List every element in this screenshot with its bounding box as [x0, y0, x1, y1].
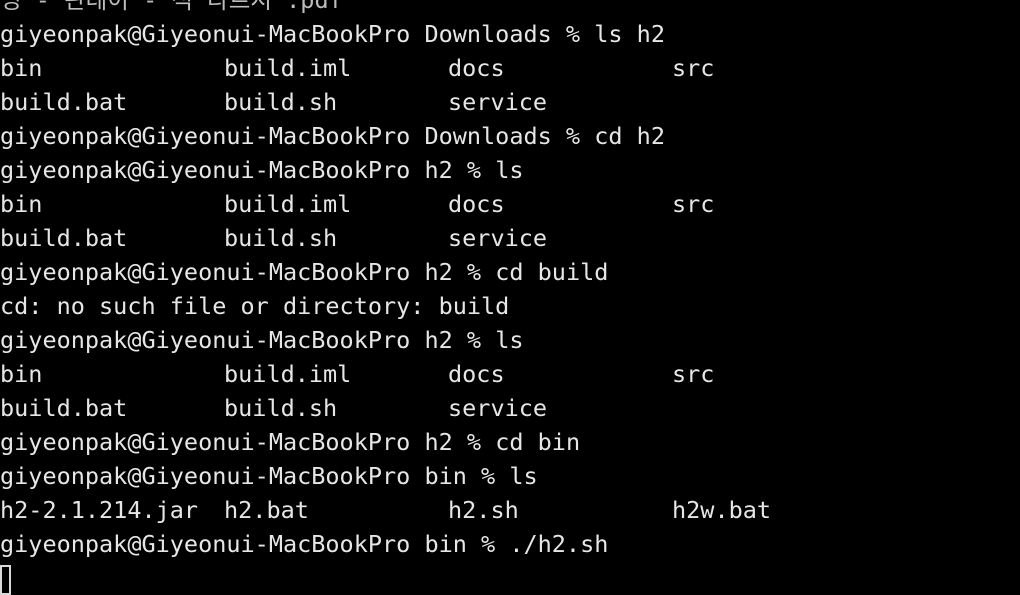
file-entry: build.sh: [224, 88, 338, 116]
command: ./h2.sh: [509, 530, 609, 558]
listing-row: bin build.iml docs src: [0, 357, 1020, 391]
prompt: giyeonpak@Giyeonui-MacBookPro bin %: [0, 462, 496, 490]
input-line[interactable]: [0, 561, 1020, 595]
listing-row: build.bat build.sh service: [0, 221, 1020, 255]
file-entry: h2.sh: [448, 496, 519, 524]
file-entry: bin: [0, 360, 43, 388]
prompt: giyeonpak@Giyeonui-MacBookPro h2 %: [0, 156, 482, 184]
file-entry: build.iml: [224, 54, 352, 82]
text-cursor[interactable]: [0, 565, 11, 595]
listing-row: build.bat build.sh service: [0, 391, 1020, 425]
file-entry: docs: [448, 190, 505, 218]
file-entry: service: [448, 394, 548, 422]
file-entry: docs: [448, 54, 505, 82]
file-entry: build.sh: [224, 394, 338, 422]
prompt: giyeonpak@Giyeonui-MacBookPro Downloads …: [0, 20, 581, 48]
file-entry: src: [672, 54, 715, 82]
file-entry: build.bat: [0, 394, 128, 422]
command: cd h2: [594, 122, 665, 150]
command: ls: [495, 326, 524, 354]
prompt: giyeonpak@Giyeonui-MacBookPro h2 %: [0, 428, 482, 456]
terminal-window[interactable]: 명 - 판데이 - 적 다르시 .pdf giyeonpak@Giyeonui-…: [0, 0, 1020, 595]
prompt: giyeonpak@Giyeonui-MacBookPro bin %: [0, 530, 496, 558]
prompt: giyeonpak@Giyeonui-MacBookPro h2 %: [0, 258, 482, 286]
file-entry: service: [448, 88, 548, 116]
file-entry: h2.bat: [224, 496, 309, 524]
file-entry: h2w.bat: [672, 496, 772, 524]
command-line: giyeonpak@Giyeonui-MacBookPro h2 % ls: [0, 323, 1020, 357]
file-entry: src: [672, 360, 715, 388]
command-line: giyeonpak@Giyeonui-MacBookPro h2 % ls: [0, 153, 1020, 187]
file-entry: bin: [0, 54, 43, 82]
command-line: giyeonpak@Giyeonui-MacBookPro bin % ./h2…: [0, 527, 1020, 561]
file-entry: build.bat: [0, 88, 128, 116]
file-entry: docs: [448, 360, 505, 388]
command-line: giyeonpak@Giyeonui-MacBookPro h2 % cd bu…: [0, 255, 1020, 289]
listing-row: bin build.iml docs src: [0, 187, 1020, 221]
command-line: giyeonpak@Giyeonui-MacBookPro bin % ls: [0, 459, 1020, 493]
file-entry: build.sh: [224, 224, 338, 252]
file-entry: build.iml: [224, 190, 352, 218]
file-entry: h2-2.1.214.jar: [0, 496, 199, 524]
file-entry: service: [448, 224, 548, 252]
error-output: cd: no such file or directory: build: [0, 292, 510, 320]
command-line: giyeonpak@Giyeonui-MacBookPro Downloads …: [0, 17, 1020, 51]
command-line: giyeonpak@Giyeonui-MacBookPro Downloads …: [0, 119, 1020, 153]
prompt: giyeonpak@Giyeonui-MacBookPro h2 %: [0, 326, 482, 354]
file-entry: build.iml: [224, 360, 352, 388]
command: cd bin: [495, 428, 581, 456]
command: ls h2: [594, 20, 665, 48]
output-line-partial: 명 - 판데이 - 적 다르시 .pdf: [0, 0, 343, 14]
command: ls: [495, 156, 524, 184]
listing-row: bin build.iml docs src: [0, 51, 1020, 85]
command: ls: [509, 462, 538, 490]
command: cd build: [495, 258, 609, 286]
listing-row: h2-2.1.214.jar h2.bat h2.sh h2w.bat: [0, 493, 1020, 527]
file-entry: src: [672, 190, 715, 218]
command-line: giyeonpak@Giyeonui-MacBookPro h2 % cd bi…: [0, 425, 1020, 459]
file-entry: bin: [0, 190, 43, 218]
listing-row: build.bat build.sh service: [0, 85, 1020, 119]
file-entry: build.bat: [0, 224, 128, 252]
prompt: giyeonpak@Giyeonui-MacBookPro Downloads …: [0, 122, 581, 150]
